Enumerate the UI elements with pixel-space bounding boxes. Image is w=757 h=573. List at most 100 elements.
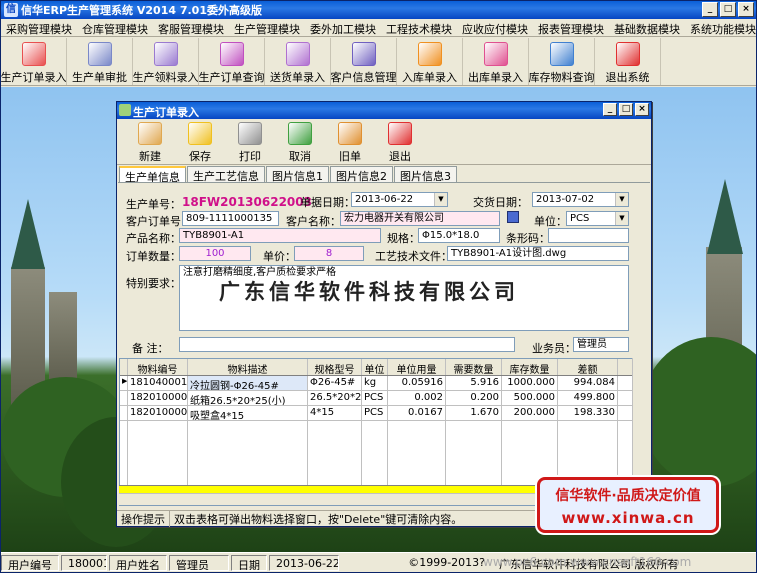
grid-cell[interactable]: 1810400016 bbox=[128, 376, 188, 390]
table-row[interactable]: ▶ 1810400016 冷拉圆钢-Φ26-45# Φ26-45# kg 0.05916 5… bbox=[120, 376, 648, 391]
grid-header-cell[interactable]: 需要数量 bbox=[446, 359, 502, 375]
grid-header-cell[interactable]: 规格型号 bbox=[308, 359, 362, 375]
chevron-down-icon[interactable]: ▼ bbox=[615, 212, 628, 225]
close-button[interactable]: × bbox=[635, 103, 649, 116]
toolbar-button[interactable]: 库存物料查询 bbox=[529, 38, 595, 85]
grid-cell[interactable]: 0.05916 bbox=[388, 376, 446, 390]
tab-item[interactable]: 生产单信息 bbox=[119, 166, 186, 184]
grid-cell[interactable]: 198.330 bbox=[558, 406, 618, 420]
lookup-icon[interactable] bbox=[507, 211, 519, 223]
toolbar-button[interactable]: 生产订单查询 bbox=[199, 38, 265, 85]
table-row[interactable]: 1820100001 纸箱26.5*20*25(小) 26.5*20*25 PCS 0.… bbox=[120, 391, 648, 406]
grid-cell[interactable]: 纸箱26.5*20*25(小) bbox=[188, 391, 308, 405]
menu-item[interactable]: 应收应付模块 bbox=[457, 19, 533, 36]
date-field[interactable]: 2013-06-22 ▼ bbox=[351, 192, 448, 207]
minimize-button[interactable]: _ bbox=[702, 2, 718, 17]
grid-cell[interactable]: 26.5*20*25 bbox=[308, 391, 362, 405]
menu-item[interactable]: 基础数据模块 bbox=[609, 19, 685, 36]
grid-cell[interactable]: 200.000 bbox=[502, 406, 558, 420]
menu-item[interactable]: 生产管理模块 bbox=[229, 19, 305, 36]
child-toolbar-button[interactable]: 保存 bbox=[175, 119, 225, 164]
grid-cell[interactable]: 1.670 bbox=[446, 406, 502, 420]
child-toolbar-button[interactable]: 新建 bbox=[125, 119, 175, 164]
menu-item[interactable]: 采购管理模块 bbox=[1, 19, 77, 36]
barcode-field[interactable] bbox=[548, 228, 629, 243]
grid-header-cell[interactable]: 物料描述 bbox=[188, 359, 308, 375]
unit-field[interactable]: PCS ▼ bbox=[566, 211, 629, 226]
table-row[interactable]: 1820100002 吸塑盒4*15 4*15 PCS 0.0167 1.670 200.0… bbox=[120, 406, 648, 421]
grid-cell[interactable]: 5.916 bbox=[446, 376, 502, 390]
grid-cell[interactable]: 1820100002 bbox=[128, 406, 188, 420]
menu-item[interactable]: 仓库管理模块 bbox=[77, 19, 153, 36]
vertical-scrollbar[interactable] bbox=[632, 358, 649, 492]
menu-item[interactable]: 工程技术模块 bbox=[381, 19, 457, 36]
maximize-button[interactable]: □ bbox=[720, 2, 736, 17]
spec-field[interactable]: Φ15.0*18.0 bbox=[418, 228, 500, 243]
toolbar-button[interactable]: 送货单录入 bbox=[265, 38, 331, 85]
grid-header-cell[interactable]: 差额 bbox=[558, 359, 618, 375]
grid-cell[interactable]: PCS bbox=[362, 391, 388, 405]
grid-cell[interactable]: 吸塑盒4*15 bbox=[188, 406, 308, 420]
grid-cell[interactable]: 冷拉圆钢-Φ26-45# bbox=[188, 376, 308, 390]
tab-item[interactable]: 图片信息3 bbox=[394, 166, 457, 183]
product-label: 产品名称： bbox=[126, 232, 181, 245]
cust-order-field[interactable]: 809-1111000135 bbox=[182, 211, 279, 226]
grid-cell[interactable]: 994.084 bbox=[558, 376, 618, 390]
date-label: 日期 bbox=[231, 554, 267, 571]
toolbar-button[interactable]: 出库单录入 bbox=[463, 38, 529, 85]
grid-cell[interactable]: 0.002 bbox=[388, 391, 446, 405]
grid-cell[interactable]: Φ26-45# bbox=[308, 376, 362, 390]
toolbar-button[interactable]: 客户信息管理 bbox=[331, 38, 397, 85]
minimize-button[interactable]: _ bbox=[603, 103, 617, 116]
child-toolbar-button[interactable]: 取消 bbox=[275, 119, 325, 164]
grid-cell[interactable]: 1820100001 bbox=[128, 391, 188, 405]
grid-cell[interactable]: kg bbox=[362, 376, 388, 390]
grid-header-cell[interactable]: 单位 bbox=[362, 359, 388, 375]
company-watermark: 广东信华软件科技有限公司 bbox=[219, 280, 519, 304]
delivery-field[interactable]: 2013-07-02 ▼ bbox=[532, 192, 629, 207]
child-toolbar-button[interactable]: 旧单 bbox=[325, 119, 375, 164]
grid-cell[interactable]: 0.0167 bbox=[388, 406, 446, 420]
grid-header-cell[interactable]: 物料编号 bbox=[128, 359, 188, 375]
toolbar-button[interactable]: 生产领料录入 bbox=[133, 38, 199, 85]
qty-field[interactable]: 100 bbox=[179, 246, 251, 261]
staff-field[interactable]: 管理员 bbox=[573, 337, 629, 352]
tab-item[interactable]: 图片信息1 bbox=[266, 166, 329, 183]
grid-cell bbox=[502, 451, 558, 466]
grid-cell[interactable]: 499.800 bbox=[558, 391, 618, 405]
price-field[interactable]: 8 bbox=[294, 246, 364, 261]
tree-image bbox=[641, 337, 756, 487]
product-field[interactable]: TYB8901-A1 bbox=[179, 228, 381, 243]
child-toolbar-button[interactable]: 退出 bbox=[375, 119, 425, 164]
close-button[interactable]: × bbox=[738, 2, 754, 17]
menu-item[interactable]: 报表管理模块 bbox=[533, 19, 609, 36]
inbound-flower-icon bbox=[417, 42, 442, 66]
tab-item[interactable]: 图片信息2 bbox=[330, 166, 393, 183]
grid-cell[interactable]: 4*15 bbox=[308, 406, 362, 420]
grid-cell[interactable]: 1000.000 bbox=[502, 376, 558, 390]
toolbar-button[interactable]: 生产订单录入 bbox=[1, 38, 67, 85]
cust-name-field[interactable]: 宏力电器开关有限公司 bbox=[340, 211, 500, 226]
toolbar-button[interactable]: 入库单录入 bbox=[397, 38, 463, 85]
chevron-down-icon[interactable]: ▼ bbox=[434, 193, 447, 206]
child-toolbar-button[interactable]: 打印 bbox=[225, 119, 275, 164]
grid-header-cell[interactable]: 单位用量 bbox=[388, 359, 446, 375]
child-title-bar: 生产订单录入 _ □ × bbox=[117, 102, 651, 119]
menu-item[interactable]: 客服管理模块 bbox=[153, 19, 229, 36]
order-no-value: 18FW20130622003 bbox=[182, 195, 312, 209]
menu-item[interactable]: 委外加工模块 bbox=[305, 19, 381, 36]
barcode-label: 条形码： bbox=[506, 232, 550, 245]
grid-cell[interactable]: 0.200 bbox=[446, 391, 502, 405]
craft-field[interactable]: TYB8901-A1设计图.dwg bbox=[447, 246, 629, 261]
maximize-button[interactable]: □ bbox=[619, 103, 633, 116]
tab-item[interactable]: 生产工艺信息 bbox=[187, 166, 265, 183]
grid-cell[interactable]: PCS bbox=[362, 406, 388, 420]
grid-header-cell[interactable]: 库存数量 bbox=[502, 359, 558, 375]
menu-item[interactable]: 系统功能模块 bbox=[685, 19, 757, 36]
chevron-down-icon[interactable]: ▼ bbox=[615, 193, 628, 206]
grid-cell[interactable]: 500.000 bbox=[502, 391, 558, 405]
approve-doc-icon bbox=[87, 42, 112, 66]
note-field[interactable] bbox=[179, 337, 515, 352]
toolbar-button[interactable]: 退出系统 bbox=[595, 38, 661, 85]
toolbar-button[interactable]: 生产单审批 bbox=[67, 38, 133, 85]
